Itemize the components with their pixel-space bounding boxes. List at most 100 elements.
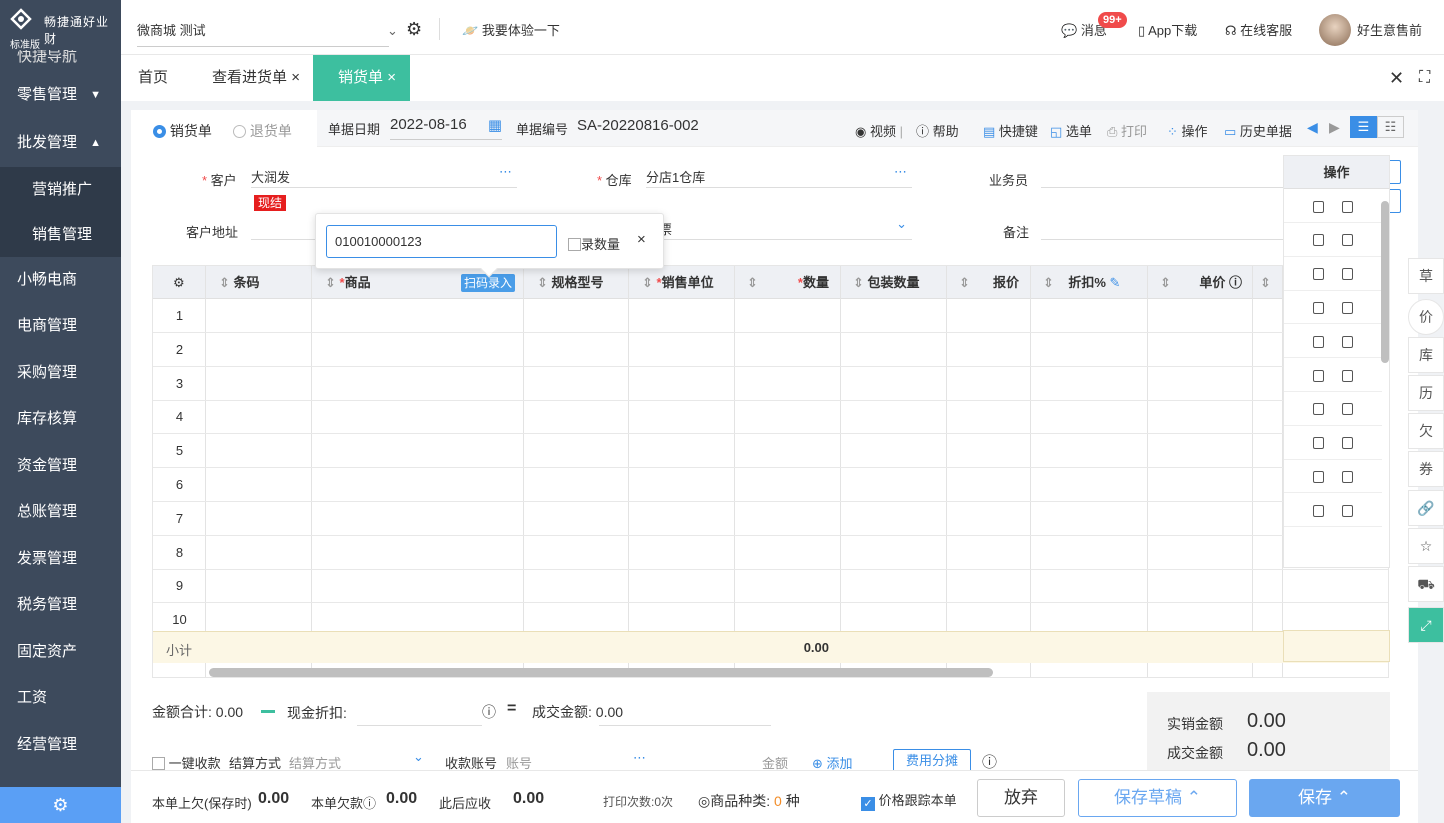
sidebar-item-tax[interactable]: 税务管理 (0, 582, 121, 629)
store-select[interactable]: 微商城 测试 ⌄ (137, 0, 398, 47)
copy-icon[interactable] (1342, 403, 1353, 416)
delete-icon[interactable] (1313, 369, 1324, 382)
table-row[interactable]: 2 (153, 333, 1388, 367)
sidebar-item-ledger[interactable]: 总账管理 (0, 489, 121, 536)
sidebar-item-inventory[interactable]: 库存核算 (0, 396, 121, 443)
col-qty[interactable]: ⇕ *数量 (747, 266, 829, 299)
col-quote[interactable]: ⇕ 报价 (959, 266, 1019, 299)
customer-field[interactable]: 大润发 ⋯ (251, 164, 517, 188)
sidebar-item-purchase[interactable]: 采购管理 (0, 350, 121, 397)
star-icon[interactable]: ☆ (1408, 528, 1444, 564)
tab-sales-order[interactable]: 销货单 × (313, 55, 410, 101)
sort-icon[interactable]: ⇕ (1260, 266, 1271, 299)
user-name[interactable]: 好生意售前 (1357, 0, 1422, 55)
stock-icon[interactable]: 库 (1408, 337, 1444, 373)
copy-icon[interactable] (1342, 369, 1353, 382)
salesman-field[interactable]: ⋯ (1041, 164, 1307, 188)
sidebar-item-quicknav[interactable]: 快捷导航 (0, 50, 121, 70)
prev-icon[interactable]: ◀ (1307, 119, 1318, 136)
history-button[interactable]: ▭ 历史单据 (1224, 121, 1292, 140)
discard-button[interactable]: 放弃 (977, 779, 1065, 817)
warehouse-field[interactable]: 分店1仓库 ⋯ (646, 164, 912, 188)
col-price[interactable]: ⇕ 单价 ⓘ (1160, 266, 1242, 299)
shortcut-button[interactable]: ▤ 快捷键 (983, 121, 1038, 140)
list-view-icon[interactable]: ☰ (1350, 116, 1377, 138)
avatar[interactable] (1319, 14, 1351, 46)
table-row[interactable]: 1 (153, 299, 1388, 333)
more-icon[interactable]: ⋯ (499, 164, 512, 180)
table-row[interactable]: 4 (153, 400, 1388, 435)
close-icon[interactable]: × (637, 231, 646, 248)
barcode-input[interactable]: 010010000123 (326, 225, 557, 258)
owed-icon[interactable]: 欠 (1408, 413, 1444, 449)
sidebar-item-assets[interactable]: 固定资产 (0, 629, 121, 676)
copy-icon[interactable] (1342, 200, 1353, 213)
close-icon[interactable]: × (291, 69, 300, 86)
history-icon[interactable]: 历 (1408, 375, 1444, 411)
select-order-button[interactable]: ◱ 选单 (1050, 121, 1092, 140)
cash-discount-field[interactable] (357, 702, 482, 726)
delete-icon[interactable] (1313, 234, 1324, 247)
delete-icon[interactable] (1313, 437, 1324, 450)
delete-icon[interactable] (1313, 268, 1324, 281)
operate-button[interactable]: ⁘ 操作 (1167, 121, 1208, 140)
record-qty-checkbox[interactable]: 录数量 (568, 234, 620, 253)
link-icon[interactable]: 🔗 (1408, 490, 1444, 526)
remark-field[interactable] (1041, 216, 1307, 240)
expand-icon[interactable]: ⤢ (1408, 607, 1444, 643)
sidebar-subitem-marketing[interactable]: 营销推广 (0, 166, 121, 212)
horizontal-scrollbar[interactable] (209, 668, 993, 677)
delete-icon[interactable] (1313, 504, 1324, 517)
date-input[interactable]: 2022-08-16 ▦ (390, 116, 502, 140)
edit-icon[interactable]: ✎ (1110, 275, 1121, 290)
col-product[interactable]: ⇕ *商品 (325, 266, 371, 299)
truck-icon[interactable]: ⛟ (1408, 566, 1444, 602)
table-row[interactable]: 7 (153, 502, 1388, 536)
column-settings-icon[interactable]: ⚙ (173, 266, 185, 299)
table-row[interactable]: 8 (153, 536, 1388, 570)
table-row[interactable]: 5 (153, 434, 1388, 469)
print-button[interactable]: ⎙ 打印 (1107, 121, 1147, 140)
video-button[interactable]: ◉ 视频 | (855, 121, 903, 140)
sidebar-item-retail[interactable]: 零售管理 ▼ (0, 70, 121, 120)
sidebar-item-wholesale[interactable]: 批发管理 ▲ (0, 120, 121, 167)
copy-icon[interactable] (1342, 335, 1353, 348)
sidebar-subitem-sales[interactable]: 销售管理 (0, 211, 121, 257)
calendar-icon[interactable]: ▦ (488, 116, 502, 134)
col-unit[interactable]: ⇕ *销售单位 (642, 266, 714, 299)
delete-icon[interactable] (1313, 200, 1324, 213)
delete-icon[interactable] (1313, 403, 1324, 416)
more-icon[interactable]: ⋯ (633, 750, 646, 766)
col-spec[interactable]: ⇕ 规格型号 (537, 266, 604, 299)
online-service[interactable]: ☊ 在线客服 (1225, 0, 1292, 55)
price-track-checkbox[interactable]: ✓ 价格跟踪本单 (861, 790, 957, 811)
app-download[interactable]: ▯ App下载 (1138, 0, 1197, 55)
messages-button[interactable]: 💬 消息 99+ (1061, 0, 1127, 55)
close-all-icon[interactable]: ✕ (1389, 55, 1404, 101)
copy-icon[interactable] (1342, 470, 1353, 483)
radio-sale[interactable]: 销货单 (153, 121, 212, 141)
copy-icon[interactable] (1342, 504, 1353, 517)
fullscreen-icon[interactable]: ⛶ (1419, 55, 1430, 101)
col-barcode[interactable]: ⇕ 条码 (219, 266, 260, 299)
delete-icon[interactable] (1313, 470, 1324, 483)
copy-icon[interactable] (1342, 437, 1353, 450)
copy-icon[interactable] (1342, 234, 1353, 247)
delete-icon[interactable] (1313, 301, 1324, 314)
delete-icon[interactable] (1313, 335, 1324, 348)
col-discount[interactable]: ⇕ 折扣% ✎ (1043, 266, 1120, 299)
tab-purchase-view[interactable]: 查看进货单 × (212, 55, 300, 101)
gear-icon[interactable]: ⚙ (0, 787, 121, 823)
copy-icon[interactable] (1342, 268, 1353, 281)
save-button[interactable]: 保存 ⌃ (1249, 779, 1400, 817)
radio-return[interactable]: 退货单 (233, 121, 292, 141)
sidebar-item-salary[interactable]: 工资 (0, 675, 121, 722)
close-icon[interactable]: × (387, 69, 396, 86)
sidebar-item-xiaochang[interactable]: 小畅电商 (0, 257, 121, 304)
table-row[interactable]: 6 (153, 468, 1388, 502)
tab-home[interactable]: 首页 (138, 55, 168, 101)
coupon-icon[interactable]: 券 (1408, 451, 1444, 487)
table-row[interactable]: 9 (153, 569, 1388, 604)
col-pack-qty[interactable]: ⇕ 包装数量 (853, 266, 920, 299)
sidebar-item-business[interactable]: 经营管理 (0, 722, 121, 769)
